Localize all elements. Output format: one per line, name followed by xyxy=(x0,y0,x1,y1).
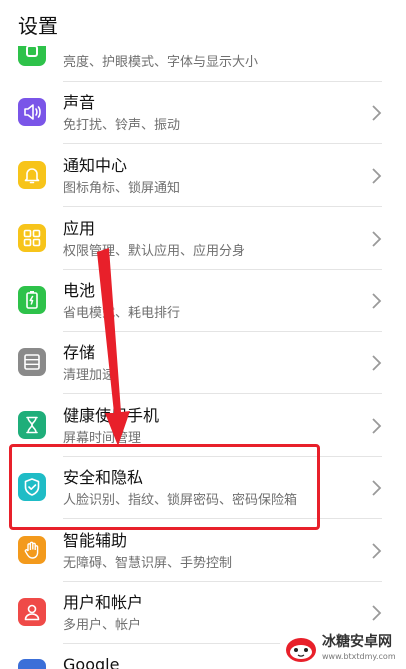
settings-row-subtitle: 清理加速 xyxy=(63,368,116,383)
chevron-right-icon xyxy=(372,105,382,121)
chevron-right-icon xyxy=(372,293,382,309)
hourglass-icon xyxy=(18,411,46,439)
settings-row-subtitle: 省电模式、耗电排行 xyxy=(63,306,181,321)
row-divider xyxy=(63,206,382,207)
storage-icon xyxy=(18,348,46,376)
row-divider xyxy=(63,393,382,394)
speaker-icon xyxy=(18,98,46,126)
settings-row-subtitle: 多用户、帐户 xyxy=(63,618,142,633)
settings-row-title: 智能辅助 xyxy=(63,531,128,550)
chevron-right-icon xyxy=(372,418,382,434)
settings-row-title: Google xyxy=(63,655,120,669)
settings-header: 设置 xyxy=(0,0,406,46)
chevron-right-icon xyxy=(372,543,382,559)
apps-grid-icon xyxy=(18,224,46,252)
chevron-right-icon xyxy=(372,605,382,621)
watermark-logo-icon xyxy=(286,638,316,662)
hand-icon xyxy=(18,536,46,564)
watermark-name: 冰糖安卓网 xyxy=(322,634,392,650)
chevron-right-icon xyxy=(372,231,382,247)
display-icon xyxy=(18,46,46,66)
settings-row-battery[interactable]: 电池 省电模式、耗电排行 xyxy=(0,270,406,332)
settings-row-title: 电池 xyxy=(63,281,96,300)
settings-row-storage[interactable]: 存储 清理加速 xyxy=(0,332,406,394)
chevron-right-icon xyxy=(372,480,382,496)
settings-row-notifications[interactable]: 通知中心 图标角标、锁屏通知 xyxy=(0,145,406,207)
settings-row-title: 声音 xyxy=(63,93,96,112)
settings-row-subtitle: 亮度、护眼模式、字体与显示大小 xyxy=(63,55,259,70)
user-icon xyxy=(18,598,46,626)
settings-row-subtitle: 权限管理、默认应用、应用分身 xyxy=(63,244,246,259)
settings-list: 亮度、护眼模式、字体与显示大小 声音 免打扰、铃声、振动 通知中心 图标角标、锁… xyxy=(0,0,406,669)
settings-row-subtitle: 无障碍、智慧识屏、手势控制 xyxy=(63,556,233,571)
settings-row-subtitle: 图标角标、锁屏通知 xyxy=(63,181,181,196)
settings-row-title: 健康使用手机 xyxy=(63,406,160,425)
settings-row-display[interactable]: 亮度、护眼模式、字体与显示大小 xyxy=(0,46,406,82)
battery-icon xyxy=(18,286,46,314)
page-title: 设置 xyxy=(18,14,58,38)
bell-icon xyxy=(18,161,46,189)
settings-row-sound[interactable]: 声音 免打扰、铃声、振动 xyxy=(0,82,406,144)
settings-row-title: 应用 xyxy=(63,219,96,238)
settings-row-title: 通知中心 xyxy=(63,156,128,175)
settings-row-apps[interactable]: 应用 权限管理、默认应用、应用分身 xyxy=(0,208,406,270)
row-divider xyxy=(63,143,382,144)
google-icon xyxy=(18,659,46,669)
settings-row-title: 用户和帐户 xyxy=(63,593,144,612)
settings-row-title: 存储 xyxy=(63,343,96,362)
chevron-right-icon xyxy=(372,168,382,184)
watermark: 冰糖安卓网 www.btxtdmy.com xyxy=(280,630,406,669)
chevron-right-icon xyxy=(372,355,382,371)
watermark-url: www.btxtdmy.com xyxy=(322,652,396,661)
settings-row-subtitle: 免打扰、铃声、振动 xyxy=(63,118,181,133)
highlight-box xyxy=(9,444,320,530)
